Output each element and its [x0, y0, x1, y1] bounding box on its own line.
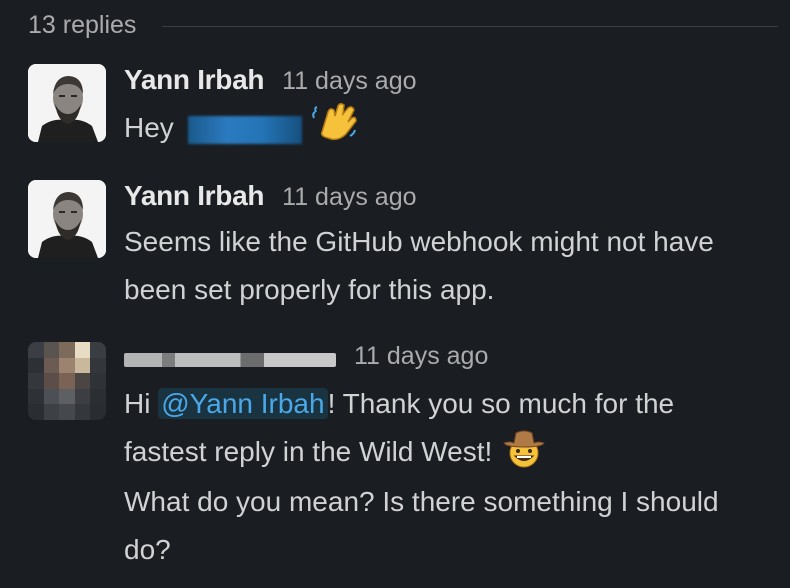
message-text: Hey: [124, 102, 778, 157]
timestamp[interactable]: 11 days ago: [354, 342, 488, 371]
avatar[interactable]: [28, 64, 106, 142]
redacted-mention: [187, 115, 302, 144]
avatar[interactable]: [28, 180, 106, 258]
divider: [162, 25, 778, 27]
waving-hand-icon: [312, 102, 358, 157]
replies-count[interactable]: 13 replies: [28, 11, 136, 40]
message: Yann Irbah 11 days ago Hey: [28, 64, 778, 160]
author-name[interactable]: Yann Irbah: [124, 64, 264, 96]
message: Yann Irbah 11 days ago Seems like the Gi…: [28, 180, 778, 320]
timestamp[interactable]: 11 days ago: [282, 183, 416, 212]
cowboy-face-icon: [502, 429, 546, 478]
user-mention[interactable]: @Yann Irbah: [158, 388, 328, 419]
avatar-redacted[interactable]: [28, 342, 106, 420]
message-text: Hi @Yann Irbah! Thank you so much for th…: [124, 380, 764, 574]
message: 11 days ago Hi @Yann Irbah! Thank you so…: [28, 342, 778, 582]
message-text-prefix: Hi: [124, 388, 159, 419]
author-name-redacted[interactable]: [124, 353, 336, 367]
message-text-content: Hey: [124, 111, 174, 143]
author-name[interactable]: Yann Irbah: [124, 180, 264, 212]
timestamp[interactable]: 11 days ago: [282, 67, 416, 96]
message-text-content: What do you mean? Is there something I s…: [124, 486, 719, 566]
thread-replies-header: 13 replies: [28, 8, 778, 42]
message-text: Seems like the GitHub webhook might not …: [124, 226, 714, 305]
